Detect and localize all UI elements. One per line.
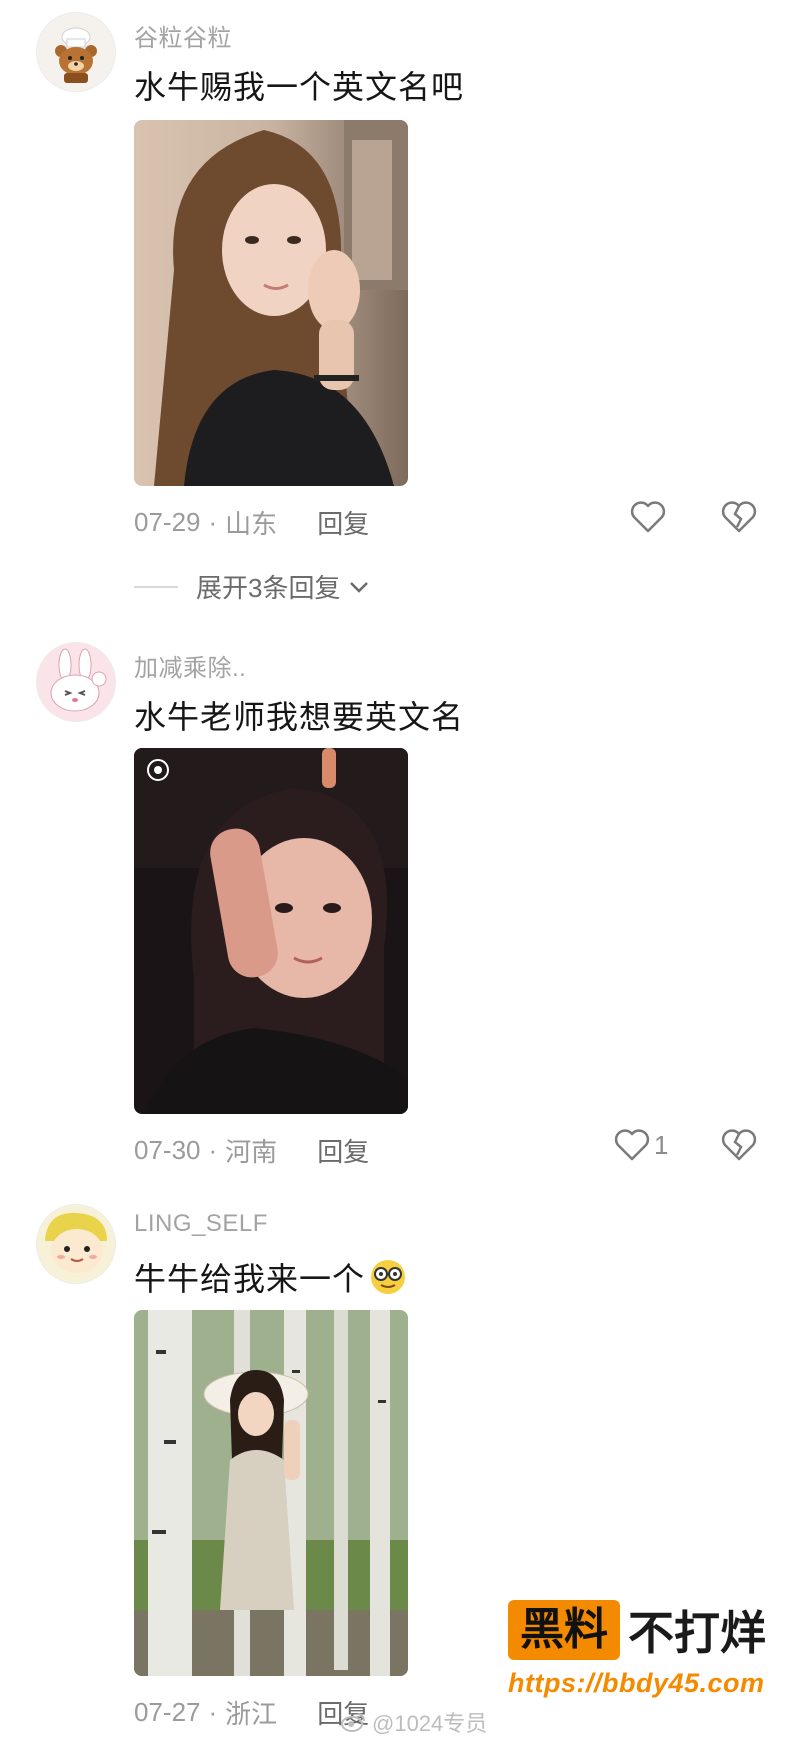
comment-username[interactable]: LING_SELF [134,1210,268,1238]
dislike-button[interactable] [721,1128,757,1167]
comment-photo[interactable] [134,120,408,486]
comment-text: 水牛赐我一个英文名吧 [134,69,465,105]
user-avatar[interactable] [36,642,116,722]
broken-heart-icon [721,501,757,533]
meta-separator: · [208,1135,218,1165]
comment-username[interactable]: 加减乘除.. [134,648,246,683]
like-button[interactable]: 1 [614,1128,668,1162]
comment-photo[interactable] [134,748,408,1114]
expand-replies-label: 展开3条回复 [196,573,341,603]
like-count: 1 [654,1129,669,1160]
comment-location: 山东 [225,509,278,539]
nerd-emoji-icon [371,1260,406,1294]
broken-heart-icon [721,1129,757,1161]
comment-meta: 07-27 · 浙江 回复 [134,1694,369,1731]
comment-date: 07-27 [134,1697,201,1727]
weibo-logo-icon [341,1713,365,1732]
chevron-down-icon [350,581,369,593]
weibo-watermark: @1024专员 [340,1706,487,1738]
expand-replies[interactable]: 展开3条回复 [134,568,370,605]
comment-text: 水牛老师我想要英文名 [134,699,465,735]
bear-chef-avatar-icon [37,13,115,91]
girl-night-selfie-image [134,748,408,1114]
badge-hot-label: 黑料 [508,1600,620,1660]
comment-date: 07-29 [134,507,201,537]
reply-button[interactable]: 回复 [317,504,369,541]
like-button[interactable] [630,500,670,534]
badge-title: 黑料 不打烊 [508,1598,778,1662]
comment-meta: 07-29 · 山东 回复 [134,504,369,541]
divider [134,585,178,588]
comment-text-body: 牛牛给我来一个 [134,1261,366,1297]
bunny-avatar-icon [37,643,115,721]
site-badge[interactable]: 黑料 不打烊 https://bbdy45.com [508,1598,778,1716]
heart-icon [630,501,666,533]
comment-photo[interactable] [134,1310,408,1676]
comment-meta: 07-30 · 河南 回复 [134,1132,369,1169]
user-avatar[interactable] [36,12,116,92]
cartoon-face-avatar-icon [37,1205,115,1283]
reply-button[interactable]: 回复 [317,1132,369,1169]
user-avatar[interactable] [36,1204,116,1284]
comment-text: 牛牛给我来一个 [134,1254,407,1300]
dislike-button[interactable] [721,500,757,539]
comment-username[interactable]: 谷粒谷粒 [134,18,232,53]
comment-location: 河南 [225,1137,278,1167]
comment-location: 浙江 [225,1699,278,1729]
heart-icon [614,1129,650,1161]
badge-url[interactable]: https://bbdy45.com [508,1668,778,1699]
girl-selfie-image [134,120,408,486]
watermark-text: @1024专员 [372,1711,488,1736]
badge-rest-label: 不打烊 [628,1607,766,1659]
meta-separator: · [208,507,218,537]
meta-separator: · [208,1697,218,1727]
comment-date: 07-30 [134,1135,201,1165]
girl-in-birch-forest-image [134,1310,408,1676]
